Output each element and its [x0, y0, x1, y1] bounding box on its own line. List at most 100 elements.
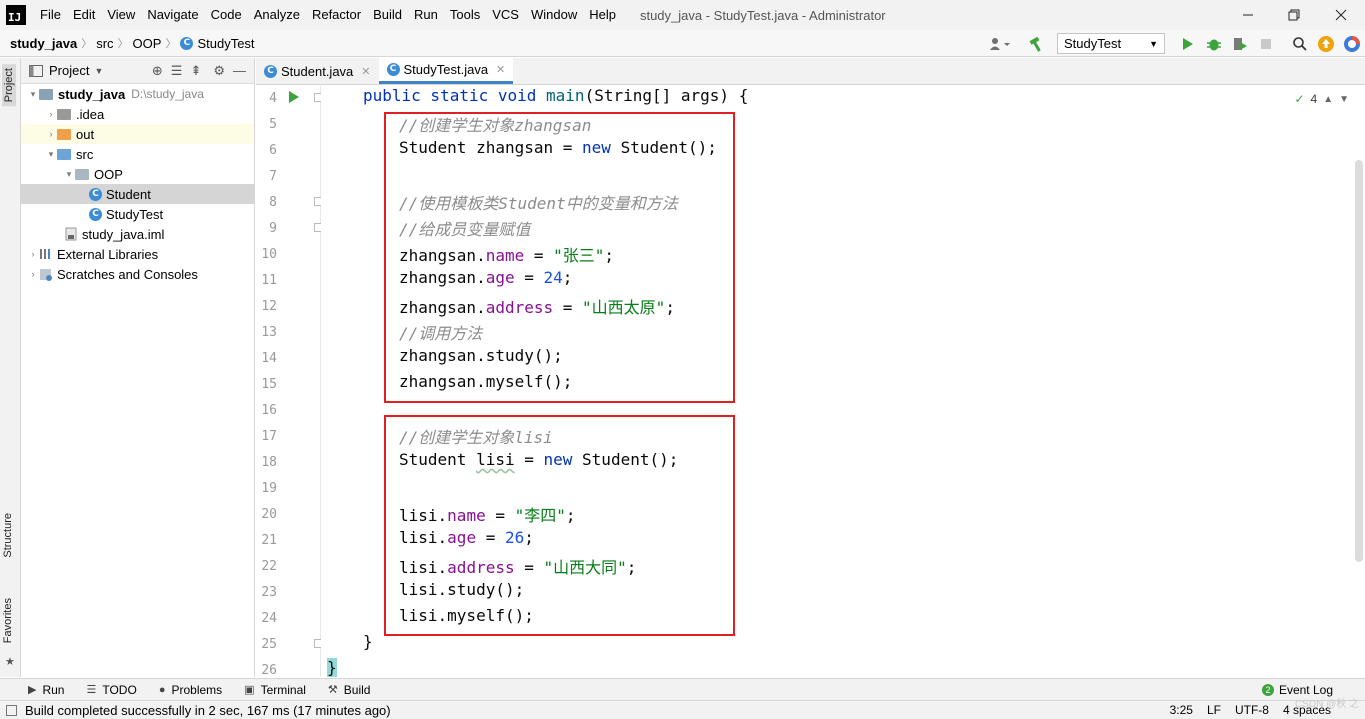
stop-button[interactable]: [1255, 33, 1277, 55]
breadcrumb-class[interactable]: StudyTest: [197, 36, 254, 51]
run-button[interactable]: [1177, 33, 1199, 55]
menu-file[interactable]: File: [34, 0, 67, 30]
chevron-right-icon[interactable]: ›: [45, 129, 57, 139]
chevron-down-icon[interactable]: ▼: [1339, 94, 1349, 105]
code-token: address: [447, 558, 515, 577]
status-message[interactable]: Build completed successfully in 2 sec, 1…: [25, 703, 391, 718]
build-hammer-icon[interactable]: [1025, 33, 1047, 55]
breadcrumb-oop[interactable]: OOP: [133, 36, 162, 51]
chevron-down-icon: ▼: [1149, 38, 1158, 49]
tool-terminal[interactable]: ▣ Terminal: [244, 683, 306, 697]
tool-build[interactable]: ⚒ Build: [328, 683, 371, 697]
tree-item-out[interactable]: › out: [21, 124, 254, 144]
chevron-down-icon[interactable]: ▾: [63, 169, 75, 180]
code-token: "张三": [553, 246, 605, 265]
menu-view[interactable]: View: [101, 0, 141, 30]
menu-edit[interactable]: Edit: [67, 0, 101, 30]
menu-code[interactable]: Code: [205, 0, 248, 30]
tool-problems[interactable]: ● Problems: [159, 683, 222, 697]
code-line-9: //给成员变量赋值: [399, 220, 531, 239]
code-line-10: zhangsan.name = "张三";: [399, 242, 614, 268]
close-tab-icon[interactable]: ✕: [496, 63, 505, 76]
editor-scrollbar[interactable]: [1355, 160, 1363, 562]
locate-icon[interactable]: ⊕: [152, 63, 163, 79]
run-gutter-icon[interactable]: [289, 91, 299, 103]
file-encoding[interactable]: UTF-8: [1235, 703, 1269, 717]
menu-run[interactable]: Run: [408, 0, 444, 30]
code-line-18: Student lisi = new Student();: [399, 450, 678, 476]
status-toggle-icon[interactable]: [6, 704, 17, 716]
tab-structure[interactable]: Structure: [2, 513, 14, 558]
tree-item-label: src: [76, 146, 94, 162]
coverage-button[interactable]: [1229, 33, 1251, 55]
menu-refactor[interactable]: Refactor: [306, 0, 367, 30]
user-icon[interactable]: [985, 33, 1015, 55]
restore-button[interactable]: [1271, 0, 1317, 30]
tree-item-src[interactable]: ▾ src: [21, 144, 254, 164]
menu-window[interactable]: Window: [525, 0, 583, 30]
menu-tools[interactable]: Tools: [444, 0, 486, 30]
run-configuration-select[interactable]: StudyTest ▼: [1057, 33, 1165, 54]
close-window-button[interactable]: [1318, 0, 1364, 30]
tab-student-java[interactable]: C Student.java ✕: [256, 58, 379, 84]
code-line-13: //调用方法: [399, 324, 483, 343]
editor-tab-bar: C Student.java ✕ C StudyTest.java ✕: [256, 57, 1365, 85]
tree-item-idea[interactable]: › .idea: [21, 104, 254, 124]
chevron-right-icon: 〉: [165, 38, 177, 50]
menu-build[interactable]: Build: [367, 0, 408, 30]
collapse-all-icon[interactable]: ⇞: [190, 63, 201, 79]
menu-analyze[interactable]: Analyze: [248, 0, 306, 30]
menu-navigate[interactable]: Navigate: [141, 0, 204, 30]
tree-item-oop[interactable]: ▾ OOP: [21, 164, 254, 184]
chevron-down-icon[interactable]: ▼: [94, 66, 103, 76]
tool-todo[interactable]: ☰ TODO: [86, 683, 136, 697]
gear-icon[interactable]: ⚙: [213, 63, 225, 79]
hammer-icon: ⚒: [327, 684, 338, 696]
module-file-icon: [65, 227, 77, 241]
tab-studytest-java[interactable]: C StudyTest.java ✕: [378, 57, 514, 84]
search-button[interactable]: [1289, 33, 1311, 55]
tree-item-student[interactable]: C Student: [21, 184, 254, 204]
line-separator[interactable]: LF: [1207, 703, 1221, 717]
breadcrumb-project[interactable]: study_java: [10, 36, 77, 51]
code-token: lisi.: [399, 506, 448, 525]
caret-position[interactable]: 3:25: [1170, 703, 1193, 717]
tool-label: Terminal: [260, 682, 306, 697]
chevron-right-icon[interactable]: ›: [45, 109, 57, 119]
inspection-widget[interactable]: ✓ 4 ▲ ▼: [1294, 92, 1349, 106]
debug-button[interactable]: [1203, 33, 1225, 55]
close-tab-icon[interactable]: ✕: [361, 65, 370, 78]
code-editor[interactable]: public static void main(String[] args) {…: [321, 86, 1351, 677]
line-number: 11: [261, 273, 277, 288]
code-line-12: zhangsan.address = "山西太原";: [399, 294, 675, 320]
tree-item-scratches[interactable]: › Scratches and Consoles: [21, 264, 254, 284]
breadcrumb-src[interactable]: src: [96, 36, 113, 51]
hide-icon[interactable]: —: [233, 63, 246, 79]
status-bar: Build completed successfully in 2 sec, 1…: [0, 700, 1365, 719]
code-token: zhangsan.: [399, 298, 486, 317]
tool-label: Build: [343, 682, 371, 697]
chevron-up-icon[interactable]: ▲: [1323, 94, 1333, 105]
tool-run[interactable]: ▶ Run: [28, 683, 64, 697]
expand-all-icon[interactable]: ☰: [171, 63, 183, 79]
menu-vcs[interactable]: VCS: [486, 0, 525, 30]
ide-logo-button[interactable]: [1341, 33, 1363, 55]
project-panel-title[interactable]: Project: [49, 63, 89, 78]
update-button[interactable]: [1315, 33, 1337, 55]
code-token: 24: [543, 268, 563, 287]
chevron-down-icon[interactable]: ▾: [45, 149, 57, 160]
tree-item-study-java[interactable]: ▾ study_java D:\study_java: [21, 84, 254, 104]
tree-item-iml[interactable]: study_java.iml: [21, 224, 254, 244]
tree-item-external-libraries[interactable]: › External Libraries: [21, 244, 254, 264]
code-token: =: [553, 298, 583, 317]
tab-favorites[interactable]: Favorites: [2, 598, 14, 643]
chevron-right-icon[interactable]: ›: [27, 249, 39, 259]
menu-help[interactable]: Help: [583, 0, 622, 30]
code-token: zhangsan.: [399, 268, 486, 287]
code-token: (String[] args) {: [584, 86, 749, 105]
chevron-right-icon[interactable]: ›: [27, 269, 39, 279]
tab-project[interactable]: Project: [2, 64, 16, 107]
tree-item-studytest[interactable]: C StudyTest: [21, 204, 254, 224]
minimize-button[interactable]: [1225, 0, 1271, 30]
chevron-down-icon[interactable]: ▾: [27, 89, 39, 100]
